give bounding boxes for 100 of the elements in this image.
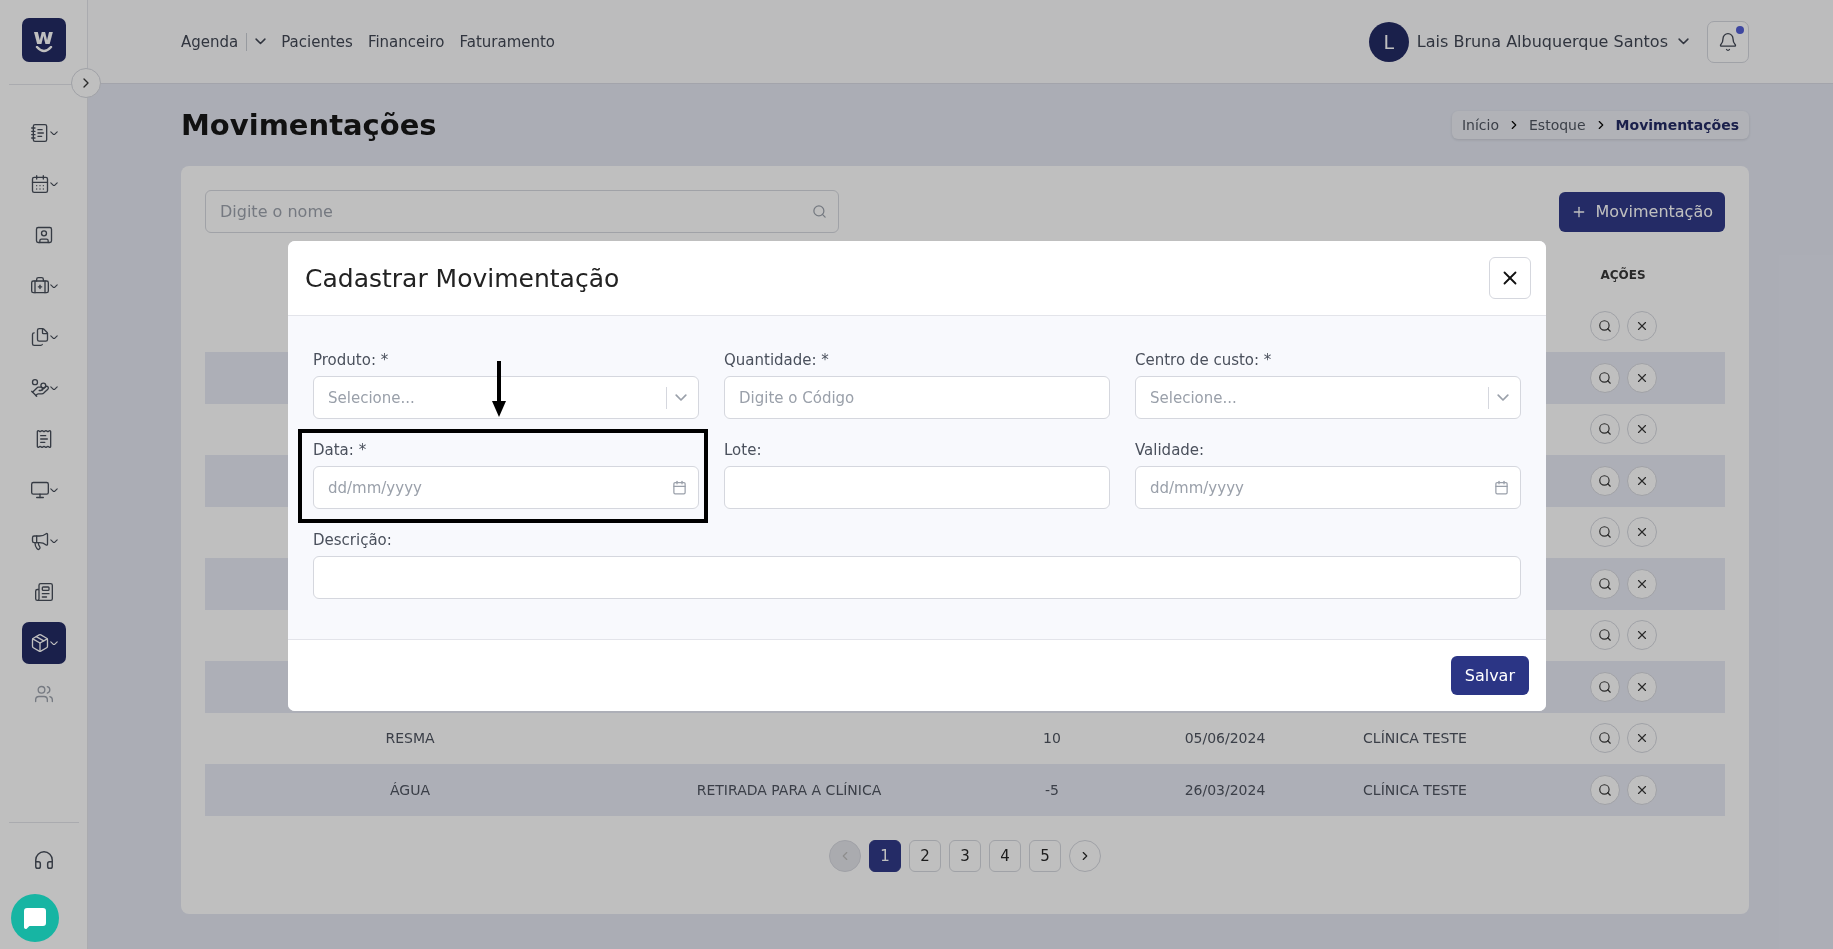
nav-link[interactable]: Faturamento [459, 32, 556, 51]
newspaper-icon [33, 582, 54, 602]
select-field[interactable]: Selecione... [313, 376, 699, 419]
megaphone-icon [29, 531, 50, 551]
chat-icon [23, 906, 47, 930]
chevron-down-icon [49, 487, 58, 493]
search-icon [1597, 525, 1612, 540]
search-button[interactable] [1589, 620, 1620, 651]
user-menu[interactable]: Lais Bruna Albuquerque Santos [1416, 32, 1689, 51]
table-cell: 05/06/2024 [1184, 730, 1266, 747]
remove-button[interactable] [1626, 723, 1657, 754]
search-field[interactable]: Digite o nome [205, 190, 839, 233]
field-label: Validade: [1135, 441, 1206, 459]
chevron-down-icon [49, 130, 58, 136]
chevron-down-icon [255, 38, 267, 45]
table-cell: RESMA [385, 730, 435, 747]
hand-coins-icon [29, 378, 50, 398]
chevron-down-icon [49, 334, 58, 340]
date-field[interactable]: dd/mm/yyyy [1135, 466, 1521, 509]
remove-button[interactable] [1626, 362, 1657, 393]
search-button[interactable] [1589, 723, 1620, 754]
remove-button[interactable] [1626, 671, 1657, 702]
remove-button[interactable] [1626, 414, 1657, 445]
search-icon [1597, 628, 1612, 643]
select-field[interactable]: Selecione... [1135, 376, 1521, 419]
search-button[interactable] [1589, 311, 1620, 342]
search-icon [1597, 679, 1612, 694]
chevron-down-icon [49, 640, 58, 646]
field-label: Quantidade: * [724, 351, 830, 369]
bell-icon [1718, 31, 1738, 52]
page-button[interactable]: 2 [909, 839, 941, 872]
avatar: L [1368, 21, 1409, 62]
column-header: AÇÕES [1600, 267, 1646, 282]
remove-button[interactable] [1626, 517, 1657, 548]
input-field[interactable] [724, 466, 1110, 509]
calendar-icon [672, 480, 687, 495]
page-button[interactable]: 4 [989, 839, 1021, 872]
page-button[interactable]: 5 [1029, 839, 1061, 872]
field-label: Produto: * [313, 351, 390, 369]
search-button[interactable] [1589, 671, 1620, 702]
search-button[interactable] [1589, 414, 1620, 445]
chevron-down-icon [49, 181, 58, 187]
chevron-down-icon [1678, 38, 1689, 45]
annotation-arrow [492, 361, 506, 417]
medical-bag-icon [29, 276, 50, 296]
field-label: Centro de custo: * [1135, 351, 1273, 369]
close-button[interactable] [1489, 257, 1531, 299]
table-cell: -5 [1045, 781, 1059, 798]
support-button[interactable] [32, 849, 55, 871]
field-label: Data: * [313, 441, 368, 459]
remove-button[interactable] [1626, 620, 1657, 651]
search-icon [1597, 319, 1612, 334]
page-title: Movimentações [181, 108, 437, 142]
remove-button[interactable] [1626, 774, 1657, 805]
remove-button[interactable] [1626, 568, 1657, 599]
table-cell: 26/03/2024 [1184, 781, 1266, 798]
chevron-down-icon [49, 385, 58, 391]
calendar-icon [1494, 480, 1509, 495]
search-button[interactable] [1589, 465, 1620, 496]
search-icon [1597, 422, 1612, 437]
chevron-down-icon [49, 283, 58, 289]
breadcrumb-link[interactable]: Movimentações [1615, 117, 1739, 133]
notifications-button[interactable] [1707, 20, 1749, 63]
search-button[interactable] [1589, 362, 1620, 393]
files-icon [29, 327, 50, 347]
remove-button[interactable] [1626, 465, 1657, 496]
table-cell: ÁGUA [390, 781, 430, 798]
search-icon [812, 204, 827, 219]
breadcrumb-link[interactable]: Início [1461, 117, 1499, 133]
table-cell: CLÍNICA TESTE [1363, 781, 1467, 798]
nav-link[interactable]: Pacientes [281, 32, 353, 51]
contact-card-icon [33, 225, 54, 245]
users-icon [33, 684, 54, 704]
search-button[interactable] [1589, 517, 1620, 548]
sidebar-item[interactable] [21, 622, 66, 664]
input-field[interactable] [313, 556, 1521, 599]
search-icon [1597, 370, 1612, 385]
notebook-icon [29, 123, 50, 143]
chevron-down-icon [1497, 393, 1509, 402]
add-button[interactable]: Movimentação [1559, 191, 1725, 232]
monitor-icon [29, 480, 50, 500]
date-field[interactable]: dd/mm/yyyy [313, 466, 699, 509]
search-button[interactable] [1589, 568, 1620, 599]
logo: w [21, 18, 66, 62]
page-button[interactable]: 1 [869, 839, 901, 872]
search-icon [1597, 473, 1612, 488]
search-icon [1597, 731, 1612, 746]
expand-sidebar-button[interactable] [71, 68, 101, 98]
search-button[interactable] [1589, 774, 1620, 805]
page-button[interactable]: 3 [949, 839, 981, 872]
input-field[interactable]: Digite o Código [724, 376, 1110, 419]
field-label: Descrição: [313, 531, 393, 549]
breadcrumb-link[interactable]: Estoque [1529, 117, 1586, 133]
remove-button[interactable] [1626, 311, 1657, 342]
search-icon [1597, 782, 1612, 797]
nav-link[interactable]: Financeiro [367, 32, 445, 51]
nav-link[interactable]: Agenda [181, 32, 267, 51]
table-cell: 10 [1043, 730, 1061, 747]
save-button[interactable]: Salvar [1450, 656, 1529, 695]
calendar-icon [29, 174, 50, 194]
